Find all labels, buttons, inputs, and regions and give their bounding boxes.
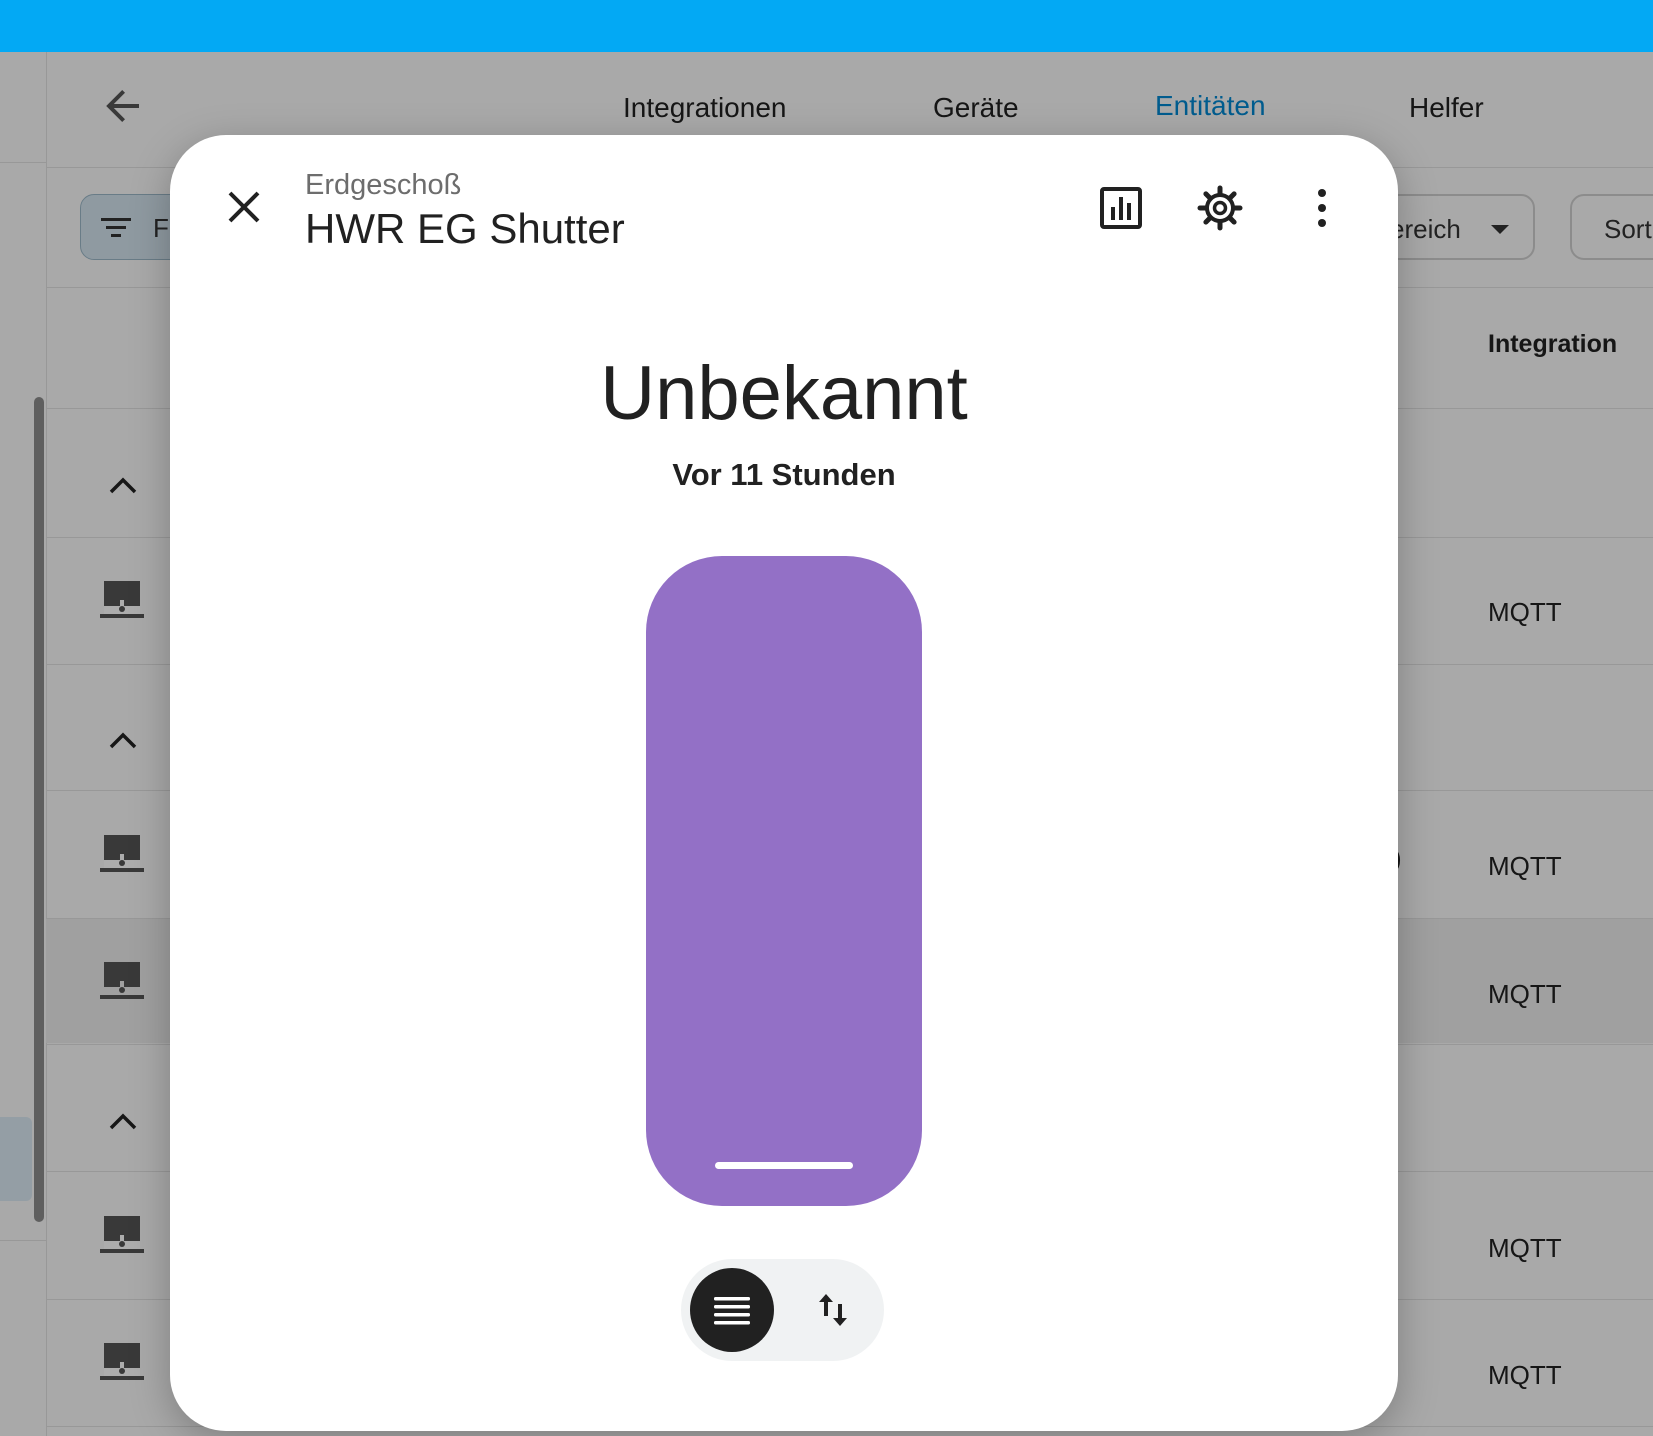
last-changed: Vor 11 Stunden — [672, 457, 896, 492]
slider-handle[interactable] — [715, 1162, 853, 1169]
buttons-mode-button[interactable] — [690, 1268, 774, 1352]
app-header-bar — [0, 0, 1653, 52]
dialog-breadcrumb: Erdgeschoß — [305, 169, 462, 201]
history-chart-icon[interactable] — [1098, 185, 1144, 231]
control-mode-toggle — [681, 1259, 884, 1361]
more-info-dialog: Erdgeschoß HWR EG Shutter Unbekannt Vor … — [170, 135, 1398, 1431]
swap-vertical-icon — [819, 1294, 847, 1326]
settings-gear-icon[interactable] — [1197, 185, 1243, 231]
position-mode-button[interactable] — [791, 1268, 875, 1352]
menu-lines-icon — [714, 1297, 750, 1325]
entity-state: Unbekannt — [600, 351, 968, 436]
cover-position-slider[interactable] — [646, 556, 922, 1206]
dialog-title: HWR EG Shutter — [305, 205, 625, 252]
close-icon[interactable] — [220, 183, 268, 231]
more-vert-icon[interactable] — [1299, 185, 1345, 231]
